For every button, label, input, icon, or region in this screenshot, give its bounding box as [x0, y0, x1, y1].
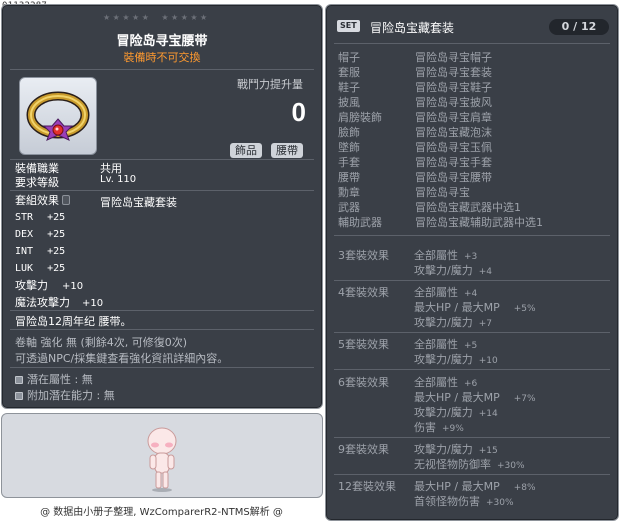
power-increase-value: 0	[291, 97, 306, 127]
divider	[10, 190, 314, 191]
set-info-icon	[62, 195, 70, 205]
set-piece-row: 勳章 冒险岛寻宝	[338, 186, 470, 199]
category-tag-belt: 腰帶	[271, 143, 303, 158]
set-effect-label: 4套裝效果	[338, 286, 389, 299]
divider	[10, 310, 314, 311]
set-piece-row: 鞋子 冒险岛寻宝鞋子	[338, 81, 492, 94]
item-icon-frame	[19, 77, 97, 155]
set-effect-label: 9套裝效果	[338, 443, 389, 456]
stat-int: INT +25	[15, 246, 66, 257]
potential-row: 潛在屬性 : 無	[15, 371, 93, 387]
bonus-potential-row: 附加潛在能力 : 無	[15, 387, 115, 403]
set-badge: SET	[337, 20, 360, 32]
divider	[10, 329, 314, 330]
set-piece-row: 套服 冒险岛寻宝套装	[338, 66, 492, 79]
set-effect-label: 3套裝效果	[338, 249, 389, 262]
enhance-info: 可透過NPC/採集鍵查看強化資訊詳細內容。	[15, 352, 229, 365]
set-piece-row: 披風 冒险岛寻宝披风	[338, 96, 492, 109]
set-effect-line: 全部屬性 +6	[414, 376, 478, 389]
set-piece-row: 武器 冒险岛宝藏武器中选1	[338, 201, 521, 214]
bonus-potential-icon	[15, 392, 23, 400]
item-description: 冒险岛12周年纪 腰带。	[15, 315, 132, 328]
set-piece-row: 手套 冒险岛寻宝手套	[338, 156, 492, 169]
set-effect-line: 最大HP / 最大MP +8%	[414, 480, 536, 493]
set-effect-label: 5套裝效果	[338, 338, 389, 351]
item-name: 冒险岛寻宝腰带	[116, 34, 208, 49]
set-effect-line: 攻擊力/魔力 +15	[414, 443, 498, 456]
stat-attack: 攻擊力 +10	[15, 279, 84, 292]
belt-icon	[26, 91, 90, 141]
set-piece-row: 帽子 冒险岛寻宝帽子	[338, 51, 492, 64]
set-effect-line: 最大HP / 最大MP +7%	[414, 391, 536, 404]
set-piece-row: 肩膀裝飾 冒险岛寻宝肩章	[338, 111, 492, 124]
stat-dex: DEX +25	[15, 229, 66, 240]
set-effect-line: 伤害 +9%	[414, 421, 464, 434]
stat-magic-attack: 魔法攻擊力 +10	[15, 296, 104, 309]
set-effect-line: 最大HP / 最大MP +5%	[414, 301, 536, 314]
stat-luk: LUK +25	[15, 263, 66, 274]
set-count: 0 / 12	[549, 19, 609, 35]
trade-restriction: 裝備時不可交換	[123, 51, 201, 64]
set-effect-line: 首领怪物伤害 +30%	[414, 495, 514, 508]
category-tag-accessory: 飾品	[230, 143, 262, 158]
set-effect-line: 攻擊力/魔力 +7	[414, 316, 492, 329]
divider	[334, 332, 610, 333]
divider	[10, 69, 314, 70]
level-label: 要求等級	[15, 176, 59, 189]
potential-icon	[15, 376, 23, 384]
divider	[334, 369, 610, 370]
set-info-panel: SET 冒险岛宝藏套装 0 / 12 帽子 冒险岛寻宝帽子 套服 冒险岛寻宝套装 鞋…	[325, 4, 619, 521]
set-piece-row: 墜飾 冒险岛寻宝玉佩	[338, 141, 492, 154]
divider	[334, 437, 610, 438]
character-preview-panel	[1, 413, 323, 498]
divider	[334, 235, 610, 236]
set-effect-line: 全部屬性 +5	[414, 338, 478, 351]
set-piece-row: 臉飾 冒险岛宝藏泡沫	[338, 126, 492, 139]
set-piece-row: 輔助武器 冒险岛宝藏辅助武器中选1	[338, 216, 543, 229]
set-effect-line: 攻擊力/魔力 +4	[414, 264, 492, 277]
scroll-info: 卷軸 強化 無 (剩餘4次, 可修復0次)	[15, 336, 188, 349]
set-effect-line: 全部屬性 +4	[414, 286, 478, 299]
set-piece-row: 腰帶 冒险岛寻宝腰带	[338, 171, 492, 184]
set-effect-line: 攻擊力/魔力 +14	[414, 406, 498, 419]
level-value: Lv. 110	[100, 174, 137, 185]
set-effect-line: 攻擊力/魔力 +10	[414, 353, 498, 366]
character-avatar-icon	[147, 427, 177, 492]
footer-credit: @ 数据由小册子整理, WzComparerR2-NTMS解析 @	[40, 507, 283, 518]
divider	[334, 474, 610, 475]
set-effect-label: 套組效果	[15, 194, 59, 207]
divider	[10, 367, 314, 368]
set-effect-label: 6套裝效果	[338, 376, 389, 389]
divider	[334, 280, 610, 281]
set-effect-line: 全部屬性 +3	[414, 249, 478, 262]
power-increase-label: 戰鬥力提升量	[237, 78, 303, 91]
item-tooltip-panel: ★★★★★ ★★★★★ 冒险岛寻宝腰带 裝備時不可交換 戰鬥力提升量 0 飾品 腰…	[1, 4, 323, 409]
set-effect-row: 套組效果	[15, 192, 70, 208]
stat-str: STR +25	[15, 212, 66, 223]
star-force-stars: ★★★★★ ★★★★★	[103, 13, 210, 22]
set-effect-line: 无视怪物防御率 +30%	[414, 458, 525, 471]
divider	[334, 43, 610, 44]
set-title: 冒险岛宝藏套装	[370, 21, 455, 35]
set-effect-name: 冒险岛宝藏套装	[100, 196, 177, 209]
set-effect-label: 12套裝效果	[338, 480, 396, 493]
